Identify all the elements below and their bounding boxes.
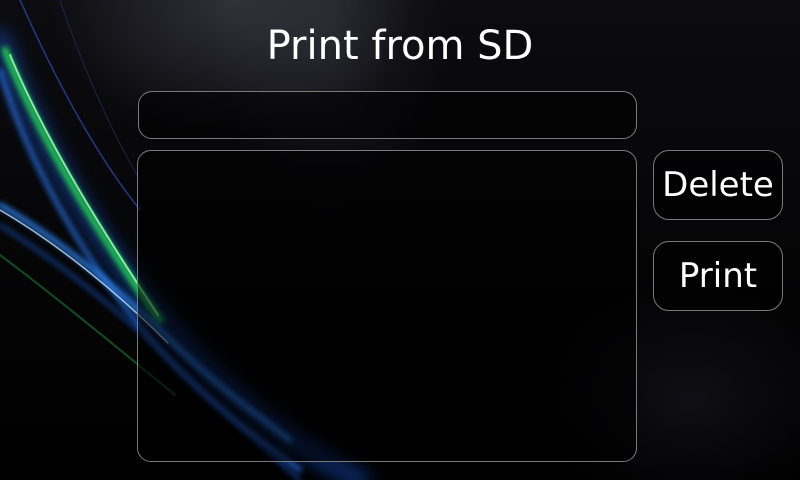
- print-button[interactable]: Print: [653, 241, 783, 311]
- print-from-sd-screen: Print from SD Delete Print: [0, 0, 800, 480]
- file-list[interactable]: [137, 150, 637, 462]
- path-display-field: [138, 91, 637, 139]
- delete-button[interactable]: Delete: [653, 150, 783, 220]
- page-title: Print from SD: [266, 23, 534, 69]
